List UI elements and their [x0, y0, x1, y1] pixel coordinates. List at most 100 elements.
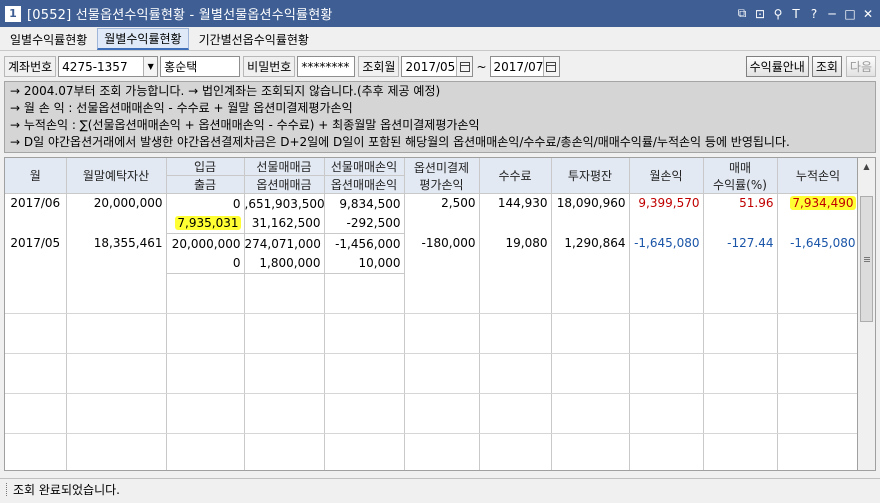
table-row[interactable]: 2017/05 18,355,461 20,000,000 274,071,00…: [5, 233, 857, 274]
window-title: [0552] 선물옵션수익률현황 - 월별선물옵션수익률현황: [27, 8, 333, 23]
tab-daily-yield[interactable]: 일별수익률현황: [4, 28, 93, 50]
cell-deposit-assets: 18,355,461: [66, 233, 167, 274]
scroll-up-icon[interactable]: ▲: [858, 158, 875, 175]
col-header-option-trade[interactable]: 옵션매매금: [244, 175, 325, 194]
cell-cum-pl: 7,934,490: [777, 193, 857, 234]
cell-deposit-in: 0: [166, 193, 245, 214]
info-line: → 누적손익 : ∑(선물옵션매매손익 + 옵션매매손익 - 수수료) + 최종…: [10, 118, 480, 132]
col-header-futures-trade[interactable]: 선물매매금: [244, 158, 325, 176]
cell-fee: 144,930: [479, 193, 552, 234]
cell-yield: -127.44: [703, 233, 778, 274]
search-button[interactable]: 조회: [811, 56, 842, 77]
cell-avg-invest: 1,290,864: [551, 233, 630, 274]
owner-name-field: 홍순택: [160, 56, 241, 77]
col-header-avg-invest[interactable]: 투자평잔: [551, 158, 630, 194]
from-month-value: 2017/05: [405, 59, 456, 74]
to-month-value: 2017/07: [493, 59, 544, 74]
cell-option-trade: 31,162,500: [244, 213, 325, 234]
font-size-icon[interactable]: T: [788, 5, 804, 23]
grid-vertical-scrollbar[interactable]: ▲: [858, 157, 876, 471]
screen-copy-icon[interactable]: ⊡: [752, 5, 768, 23]
empty-row: [5, 353, 857, 374]
tab-bar: 일별수익률현황 월별수익률현황 기간별선옵수익률현황: [0, 27, 880, 51]
cell-withdraw: 0: [166, 253, 245, 274]
table-row[interactable]: 2017/06 20,000,000 0 ,651,903,500 9,834,…: [5, 193, 857, 234]
tab-period-yield[interactable]: 기간별선옵수익률현황: [193, 28, 315, 50]
empty-row: [5, 433, 857, 454]
status-message: 조회 완료되었습니다.: [13, 482, 120, 497]
col-header-deposit-in[interactable]: 입금: [166, 158, 245, 176]
account-select[interactable]: 4275-1357 ▼: [58, 56, 159, 77]
title-bar: 1 [0552] 선물옵션수익률현황 - 월별선물옵션수익률현황 ⧉ ⊡ ⚲ T…: [0, 0, 880, 27]
info-line: → 월 손 익 : 선물옵션매매손익 - 수수료 + 월말 옵션미결제평가손익: [10, 101, 353, 115]
cell-month: 2017/05: [5, 233, 67, 274]
account-value: 4275-1357: [62, 59, 128, 74]
yield-guide-button[interactable]: 수익률안내: [745, 56, 809, 77]
highlighted-value: 7,935,031: [175, 216, 241, 231]
col-header-futures-pl[interactable]: 선물매매손익: [324, 158, 405, 176]
monthly-yield-grid[interactable]: 월 월말예탁자산 입금 선물매매금 선물매매손익 옵션미결제 평가손익 수수료 투…: [4, 157, 858, 471]
col-header-fee[interactable]: 수수료: [479, 158, 552, 194]
to-month-input[interactable]: 2017/07: [489, 56, 560, 77]
link-window-icon[interactable]: ⧉: [734, 5, 750, 23]
col-header-deposit-assets[interactable]: 월말예탁자산: [66, 158, 167, 194]
window-number-badge: 1: [5, 5, 21, 22]
cell-avg-invest: 18,090,960: [551, 193, 630, 234]
month-label: 조회월: [358, 56, 400, 77]
highlighted-value: 7,934,490: [790, 196, 856, 210]
cell-fee: 19,080: [479, 233, 552, 274]
cell-month-pl: 9,399,570: [629, 193, 704, 234]
help-icon[interactable]: ?: [806, 5, 822, 23]
range-separator: ~: [476, 59, 487, 74]
cell-option-eval: 2,500: [404, 193, 480, 234]
col-header-month[interactable]: 월: [5, 158, 67, 194]
from-month-input[interactable]: 2017/05: [401, 56, 474, 77]
calendar-icon[interactable]: [456, 57, 473, 76]
empty-row: [5, 393, 857, 414]
cell-option-eval: -180,000: [404, 233, 480, 274]
scrollbar-thumb[interactable]: [860, 196, 873, 322]
cell-deposit-in: 20,000,000: [166, 233, 245, 254]
minimize-icon[interactable]: ─: [824, 5, 840, 23]
calendar-icon[interactable]: [542, 57, 559, 76]
account-label: 계좌번호: [4, 56, 57, 77]
info-line: → D일 야간옵션거래에서 발생한 야간옵션결제차금은 D+2일에 D일이 포함…: [10, 135, 790, 149]
empty-row: [5, 273, 857, 294]
col-header-option-pl[interactable]: 옵션매매손익: [324, 175, 405, 194]
cell-yield: 51.96: [703, 193, 778, 234]
password-label: 비밀번호: [243, 56, 296, 77]
cell-month: 2017/06: [5, 193, 67, 234]
cell-option-pl: -292,500: [324, 213, 405, 234]
chevron-down-icon[interactable]: ▼: [143, 57, 158, 76]
maximize-icon[interactable]: □: [842, 5, 858, 23]
col-header-option-eval[interactable]: 옵션미결제 평가손익: [404, 158, 480, 194]
window-controls: ⧉ ⊡ ⚲ T ? ─ □ ✕: [734, 0, 876, 27]
pin-icon[interactable]: ⚲: [770, 5, 786, 23]
status-bar: 조회 완료되었습니다.: [0, 478, 880, 499]
cell-month-pl: -1,645,080: [629, 233, 704, 274]
grip-icon: [864, 257, 870, 258]
empty-row: [5, 373, 857, 394]
info-notice-box: → 2004.07부터 조회 가능합니다. → 법인계좌는 조회되지 않습니다.…: [4, 81, 876, 153]
col-header-withdraw[interactable]: 출금: [166, 175, 245, 194]
col-header-cum-pl[interactable]: 누적손익: [777, 158, 857, 194]
empty-row: [5, 293, 857, 314]
empty-row: [5, 453, 857, 470]
next-button[interactable]: 다음: [845, 56, 876, 77]
cell-deposit-assets: 20,000,000: [66, 193, 167, 234]
cell-option-pl: 10,000: [324, 253, 405, 274]
empty-row: [5, 333, 857, 354]
cell-futures-pl: -1,456,000: [324, 233, 405, 254]
col-header-month-pl[interactable]: 월손익: [629, 158, 704, 194]
empty-row: [5, 413, 857, 434]
cell-futures-trade: ,651,903,500: [244, 193, 325, 214]
col-header-yield[interactable]: 매매 수익률(%): [703, 158, 778, 194]
cell-cum-pl: -1,645,080: [777, 233, 857, 274]
close-icon[interactable]: ✕: [860, 5, 876, 23]
info-line: → 2004.07부터 조회 가능합니다. → 법인계좌는 조회되지 않습니다.…: [10, 84, 441, 98]
cell-option-trade: 1,800,000: [244, 253, 325, 274]
status-grip-icon: [6, 482, 9, 496]
tab-monthly-yield[interactable]: 월별수익률현황: [97, 28, 189, 50]
password-input[interactable]: ********: [297, 56, 356, 77]
empty-row: [5, 313, 857, 334]
